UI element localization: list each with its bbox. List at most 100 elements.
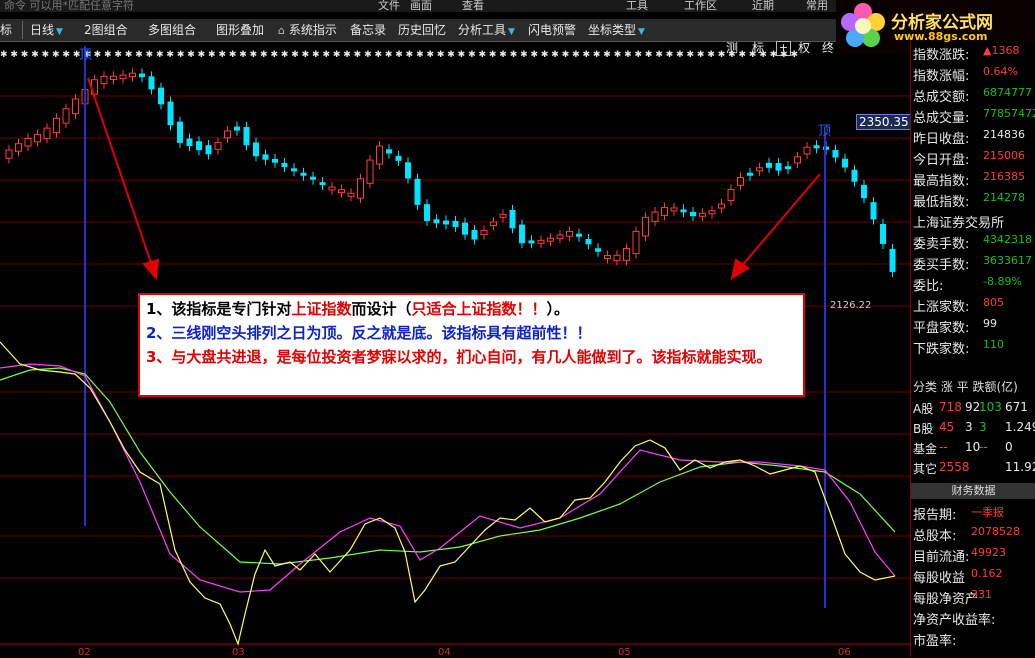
indicator-line-magenta [0,363,896,593]
toolbar-mark[interactable]: 标 [0,21,12,39]
stat-value: -8.89% [983,275,1022,288]
stat-label: 总成交量: [913,111,970,126]
financial-value: 2078528 [971,525,1020,538]
candle-body [262,154,269,160]
candle-body [718,203,725,209]
stat-label: 今日开盘: [913,153,970,168]
menu-view[interactable]: 画面 [410,0,432,12]
category-cell: 10 [965,440,981,454]
stat-row: 最低指数: 214278 [913,191,1035,211]
candle-body [690,211,696,217]
financial-value: 49923 [971,546,1006,559]
menu-tools[interactable]: 工具 [626,0,648,12]
candle-body [537,239,545,244]
menu-recent[interactable]: 近期 [752,0,774,12]
category-row: B股 45 33 1.249 [913,420,1035,440]
financial-value: 0.162 [971,567,1003,580]
stat-row: 上海证券交易所 [913,212,1035,232]
candle-body [813,145,820,149]
toolbar-axis-type-button[interactable]: 坐标类型 ▼ [588,21,645,39]
candle-body [5,149,13,159]
category-row: A股 718 92 103 671 [913,400,1035,420]
candle-body [842,158,848,168]
stat-label: 指数涨幅: [913,69,970,84]
candle-body [405,162,411,179]
financial-label: 净资产收益率: [913,613,996,628]
candle-body [158,87,164,105]
candle-body [595,248,601,252]
candle-body [395,155,402,161]
toolbar-daily-button[interactable]: 日线 ▼ [30,21,63,39]
category-cell: -- [939,440,948,454]
financial-data-header[interactable]: 财务数据 [911,483,1035,499]
candle-body [747,172,753,176]
candle-body [347,192,355,197]
candle-body [680,209,687,213]
candle-body [585,239,592,245]
stat-value: 214836 [983,128,1025,141]
candle-body [880,223,886,244]
candle-body [319,182,326,186]
candle-body [386,149,392,154]
axis-type-label: 坐标类型 [588,23,637,37]
stat-value: 3633617 [983,254,1032,267]
stat-label: 上涨家数: [913,300,970,315]
stat-value: 216385 [983,170,1025,183]
category-cell: A股 [913,402,934,416]
star-marker-row: ✱ ✱ ✱ ✱ ✱ ✱ ✱ ✱ ✱ ✱ ✱ ✱ ✱ ✱ ✱ ✱ ✱ ✱ ✱ ✱ … [0,50,798,60]
candle-body [670,207,678,212]
category-cell: 45 [939,420,955,434]
date-label: 02 [78,647,91,658]
stat-label: 下跌家数: [913,342,970,357]
stat-row: 委买手数: 3633617 [913,254,1035,274]
candle-body [528,240,535,244]
stat-value: 6874777 [983,86,1032,99]
candle-body [699,212,706,217]
candle-body [72,98,79,115]
toolbar-separator [22,21,23,39]
toolbar-multi-chart-button[interactable]: 多图组合 [148,21,196,39]
candle-body [338,189,345,194]
candlestick-series [5,68,896,277]
candle-body [547,237,554,242]
indicator-line-green [0,367,896,565]
indicator-label: 系统指示 [288,23,337,37]
candle-body [727,189,735,201]
candle-body [214,141,222,150]
toolbar-2-chart-button[interactable]: 2图组合 [84,21,128,39]
menu-look[interactable]: 查看 [462,0,484,12]
stat-row: 指数涨幅: 0.64% [913,65,1035,85]
candle-body [851,169,858,182]
category-cell: B股 [913,422,934,436]
stat-value: 215006 [983,149,1025,162]
menu-workspace[interactable]: 工作区 [684,0,717,12]
candle-body [328,186,336,191]
menu-file[interactable]: 文件 [378,0,400,12]
category-cell: 其它 [913,462,938,476]
financial-row: 净资产收益率: [913,609,1035,629]
financial-row: 每股净资产 331 [913,588,1035,608]
date-label: 06 [838,647,851,658]
financial-label: 每股收益 [913,571,966,586]
category-cell: 92 [965,400,981,414]
toolbar-history-button[interactable]: 历史回忆 [398,21,446,39]
candle-body [794,156,801,164]
top-marker-label-1: 顶 [79,48,93,63]
index-info-panel: 指数涨跌: ▲1368 指数涨幅: 0.64% 总成交额: 6874777 总成交量: 778… [910,42,1035,657]
toolbar: 标 日线 ▼ 2图组合 多图组合 图形叠加 ⌂ 系统指示 备忘录 历史回忆 分析工… [0,19,910,56]
stat-row: 委卖手数: 4342318 [913,233,1035,253]
candle-body [870,202,877,220]
candle-body [613,254,621,261]
toolbar-memo-button[interactable]: 备忘录 [350,21,386,39]
financial-row: 每股收益 0.162 [913,567,1035,587]
financial-value: 一季报 [971,506,1004,519]
menu-common[interactable]: 常用 [806,0,828,12]
toolbar-indicator-button[interactable]: ⌂ 系统指示 [278,21,337,39]
toolbar-analysis-tools-button[interactable]: 分析工具 ▼ [458,21,515,39]
note-line-1: 1、该指标是专门针对上证指数而设计（只适合上证指数！！）。 [146,300,570,318]
toolbar-overlay-button[interactable]: 图形叠加 [216,21,264,39]
stat-row: 最高指数: 216385 [913,170,1035,190]
candle-body [34,133,41,143]
toolbar-flash-alert-button[interactable]: 闪电预警 [528,21,576,39]
candle-body [43,127,51,139]
